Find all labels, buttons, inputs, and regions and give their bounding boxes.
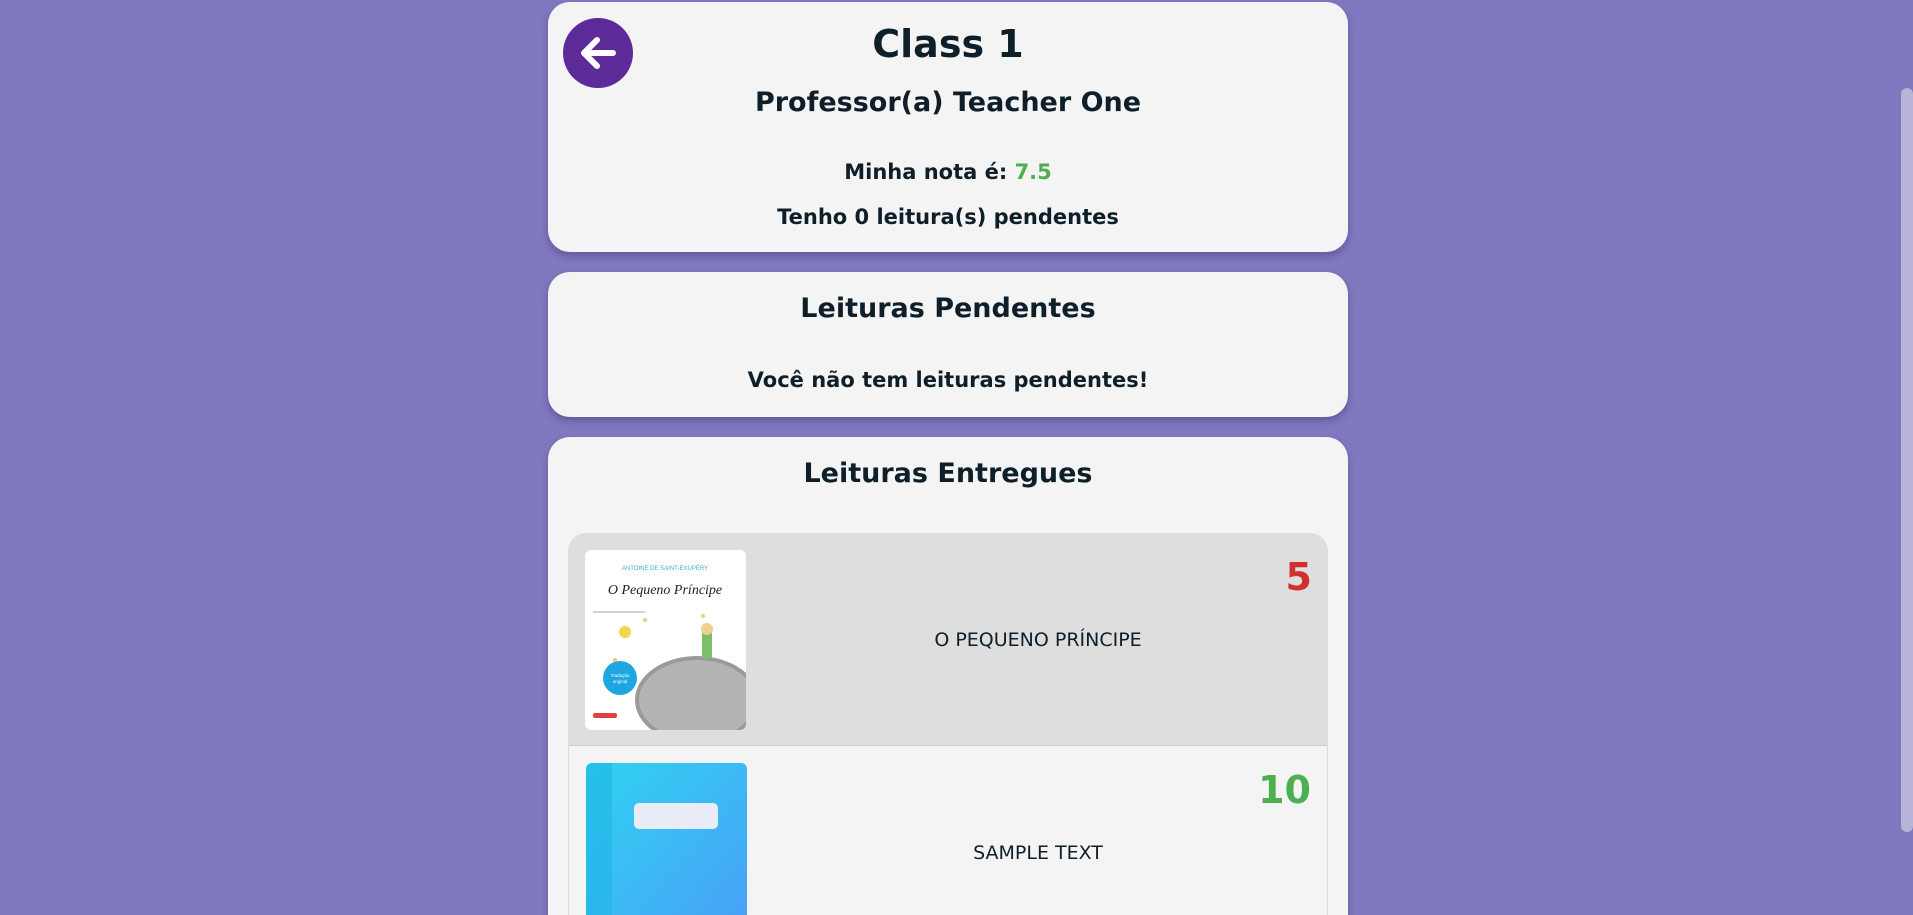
class-title: Class 1 [872, 22, 1024, 66]
cover-title: O Pequeno Príncipe [608, 583, 722, 598]
delivered-readings-card: Leituras Entregues ANTOINE DE SAINT-EXUP… [548, 437, 1348, 915]
reading-title: O PEQUENO PRÍNCIPE [934, 629, 1142, 651]
reading-item[interactable]: ANTOINE DE SAINT-EXUPÉRY O Pequeno Prínc… [568, 533, 1328, 746]
notebook-cover-image [586, 763, 747, 915]
grade-label: Minha nota é: [844, 160, 1008, 184]
pending-section-title: Leituras Pendentes [800, 293, 1096, 324]
grade-value: 7.5 [1014, 160, 1052, 184]
reading-score: 5 [1285, 555, 1312, 599]
svg-text:original: original [613, 679, 628, 684]
grade-line: Minha nota é: 7.5 [548, 160, 1348, 184]
cover-author: ANTOINE DE SAINT-EXUPÉRY [622, 565, 708, 572]
pending-readings-card: Leituras Pendentes Você não tem leituras… [548, 272, 1348, 417]
reading-item[interactable]: SAMPLE TEXT 10 [568, 746, 1328, 915]
page: Class 1 Professor(a) Teacher One Minha n… [0, 0, 1913, 915]
pending-count-text: Tenho 0 leitura(s) pendentes [777, 205, 1119, 229]
book-cover-image: ANTOINE DE SAINT-EXUPÉRY O Pequeno Prínc… [585, 550, 746, 730]
reading-score: 10 [1258, 768, 1311, 812]
page-scrollbar[interactable] [1901, 88, 1913, 832]
reading-list: ANTOINE DE SAINT-EXUPÉRY O Pequeno Prínc… [568, 533, 1328, 915]
professor-name: Professor(a) Teacher One [754, 87, 1142, 118]
svg-text:Tradução: Tradução [611, 673, 630, 678]
class-header-card: Class 1 Professor(a) Teacher One Minha n… [548, 2, 1348, 252]
pending-empty-message: Você não tem leituras pendentes! [747, 368, 1149, 392]
delivered-section-title: Leituras Entregues [803, 458, 1093, 489]
reading-title: SAMPLE TEXT [973, 842, 1103, 864]
